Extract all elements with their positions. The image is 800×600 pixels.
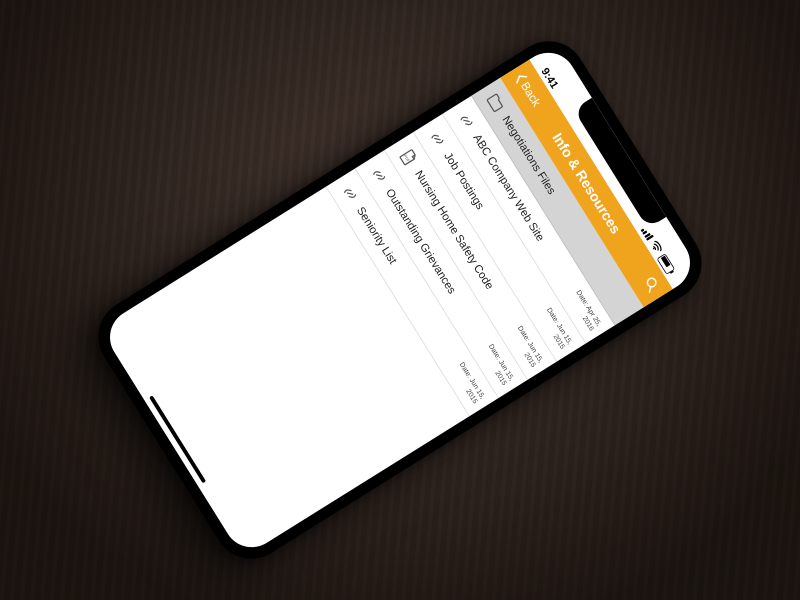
phone-device: 9:41 Back Info & Resources Negotiations [84, 27, 715, 573]
doc-icon: PDF [395, 143, 422, 171]
desk-background: 9:41 Back Info & Resources Negotiations [0, 0, 800, 600]
back-button[interactable]: Back [512, 70, 543, 109]
phone-screen: 9:41 Back Info & Resources Negotiations [99, 42, 700, 558]
link-icon [337, 179, 364, 207]
link-icon [424, 125, 451, 153]
home-indicator [149, 395, 206, 483]
folder-icon [482, 88, 509, 116]
link-icon [453, 106, 480, 134]
cellular-signal-icon [640, 226, 653, 241]
link-icon [366, 161, 393, 189]
